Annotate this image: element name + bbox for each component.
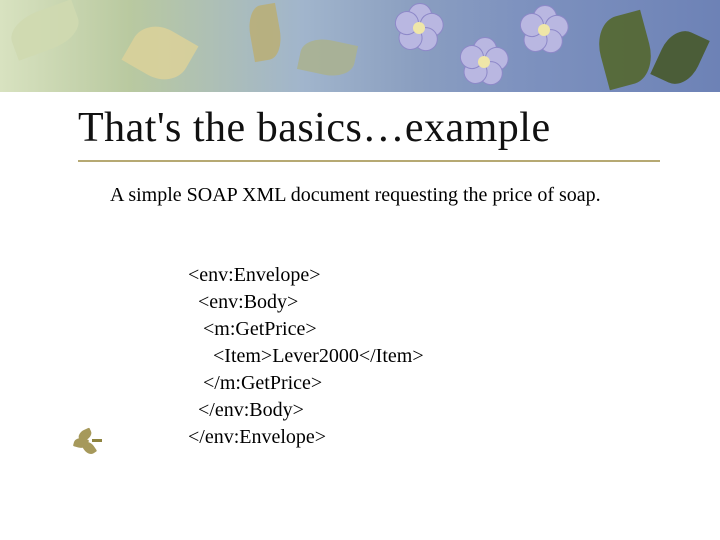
code-line: </m:GetPrice>: [188, 372, 322, 394]
title-underline: [78, 160, 660, 162]
leaf-bullet-icon: [74, 430, 100, 452]
code-line: </env:Envelope>: [188, 426, 326, 448]
code-block: <env:Envelope> <env:Body> <m:GetPrice> <…: [188, 262, 424, 451]
description-text: A simple SOAP XML document requesting th…: [110, 182, 650, 208]
decorative-banner: [0, 0, 720, 92]
code-line: <Item>Lever2000</Item>: [188, 345, 424, 367]
slide-title: That's the basics…example: [78, 104, 680, 152]
flower-icon: [395, 4, 443, 52]
flower-icon: [520, 6, 568, 54]
code-line: <m:GetPrice>: [188, 318, 317, 340]
code-line: <env:Body>: [188, 291, 298, 313]
code-line: </env:Body>: [188, 399, 304, 421]
flower-icon: [460, 38, 508, 86]
code-line: <env:Envelope>: [188, 264, 321, 286]
slide: That's the basics…example A simple SOAP …: [0, 0, 720, 540]
